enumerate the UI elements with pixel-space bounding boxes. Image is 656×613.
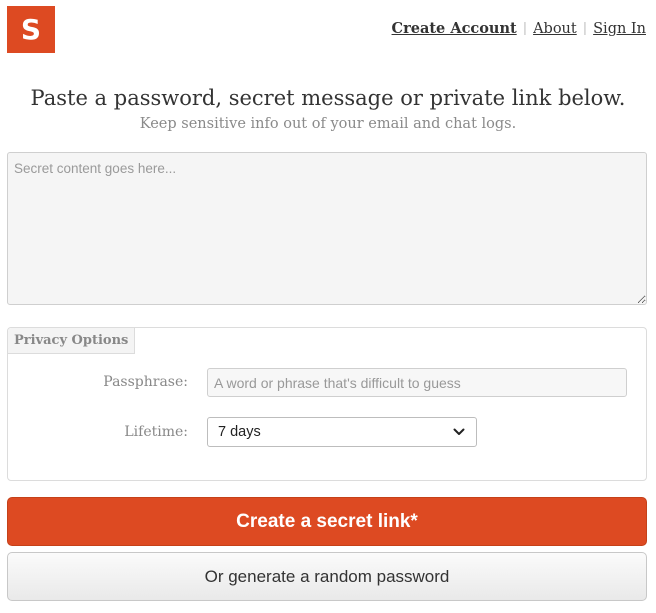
- lifetime-select[interactable]: 7 days: [207, 417, 477, 447]
- page-tagline: Keep sensitive info out of your email an…: [139, 116, 517, 132]
- about-link[interactable]: About: [533, 21, 577, 37]
- page-headline: Paste a password, secret message or priv…: [30, 86, 626, 110]
- privacy-options-panel: Privacy Options Passphrase: Lifetime: 7 …: [7, 327, 647, 481]
- nav-separator: |: [582, 21, 588, 36]
- privacy-options-tab: Privacy Options: [8, 328, 136, 354]
- lifetime-label: Lifetime:: [124, 424, 188, 440]
- generate-password-button[interactable]: Or generate a random password: [7, 552, 647, 601]
- passphrase-input[interactable]: [207, 368, 627, 397]
- lifetime-selected-value: 7 days: [218, 424, 261, 440]
- chevron-down-icon: [452, 425, 466, 439]
- create-account-link[interactable]: Create Account: [392, 20, 517, 37]
- secret-content-textarea[interactable]: [7, 152, 647, 305]
- logo-letter: S: [20, 13, 42, 46]
- create-secret-link-button[interactable]: Create a secret link*: [7, 497, 647, 546]
- sign-in-link[interactable]: Sign In: [593, 21, 646, 37]
- passphrase-label: Passphrase:: [103, 374, 188, 390]
- nav-separator: |: [522, 21, 528, 36]
- top-nav: Create Account | About | Sign In: [392, 20, 646, 37]
- app-logo[interactable]: S: [7, 6, 55, 53]
